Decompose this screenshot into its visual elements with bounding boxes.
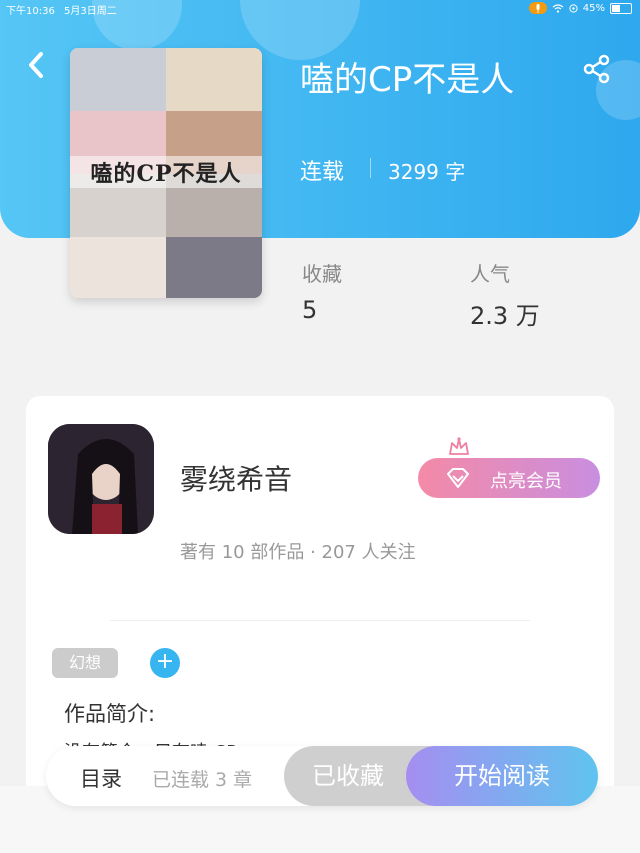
vip-membership-button[interactable]: 点亮会员 — [418, 458, 600, 498]
table-of-contents-button[interactable]: 目录 — [80, 763, 122, 793]
battery-icon — [610, 2, 632, 14]
status-time-date: 下午10:36 5月3日周二 — [6, 2, 117, 17]
microphone-indicator-icon — [528, 2, 547, 14]
author-name[interactable]: 雾绕希音 — [180, 458, 292, 498]
cover-art-tile — [166, 48, 262, 111]
author-stats: 著有 10 部作品 · 207 人关注 — [180, 542, 416, 563]
location-icon — [569, 3, 578, 13]
book-title: 嗑的CP不是人 — [300, 60, 515, 100]
popularity-label: 人气 — [470, 262, 510, 286]
word-count: 3299 字 — [388, 160, 466, 184]
battery-percentage: 45% — [582, 2, 605, 14]
popularity-value: 2.3 万 — [470, 302, 540, 330]
chevron-left-icon — [29, 52, 43, 78]
status-right: 45% — [528, 2, 632, 14]
intro-heading: 作品简介: — [64, 702, 156, 726]
status-time: 下午10:36 — [6, 6, 55, 17]
back-button[interactable] — [22, 48, 52, 82]
meta-separator — [370, 158, 371, 178]
genre-tag[interactable]: 幻想 — [52, 648, 118, 678]
cover-art-tile — [70, 48, 166, 111]
cover-title: 嗑的CP不是人 — [70, 156, 262, 188]
cover-art-tile — [166, 237, 262, 298]
vip-button-label: 点亮会员 — [490, 471, 562, 492]
crown-icon — [447, 436, 471, 458]
book-cover[interactable]: 嗑的CP不是人 — [70, 48, 262, 298]
favorites-value: 5 — [302, 296, 318, 324]
status-date: 5月3日周二 — [64, 6, 117, 17]
serialization-status: 连载 — [300, 160, 345, 185]
share-icon — [583, 54, 610, 84]
chapter-count[interactable]: 已连载 3 章 — [152, 765, 252, 792]
card-divider — [110, 620, 530, 621]
share-button[interactable] — [580, 52, 614, 86]
avatar-illustration — [48, 424, 154, 534]
author-avatar[interactable] — [48, 424, 154, 534]
diamond-icon — [447, 468, 469, 488]
status-bar: 下午10:36 5月3日周二 45% — [0, 0, 640, 17]
start-reading-button[interactable]: 开始阅读 — [406, 746, 598, 806]
add-tag-button[interactable]: + — [150, 648, 180, 678]
favorites-label: 收藏 — [302, 262, 342, 286]
wifi-icon — [552, 3, 564, 13]
cover-art-tile — [70, 237, 166, 298]
